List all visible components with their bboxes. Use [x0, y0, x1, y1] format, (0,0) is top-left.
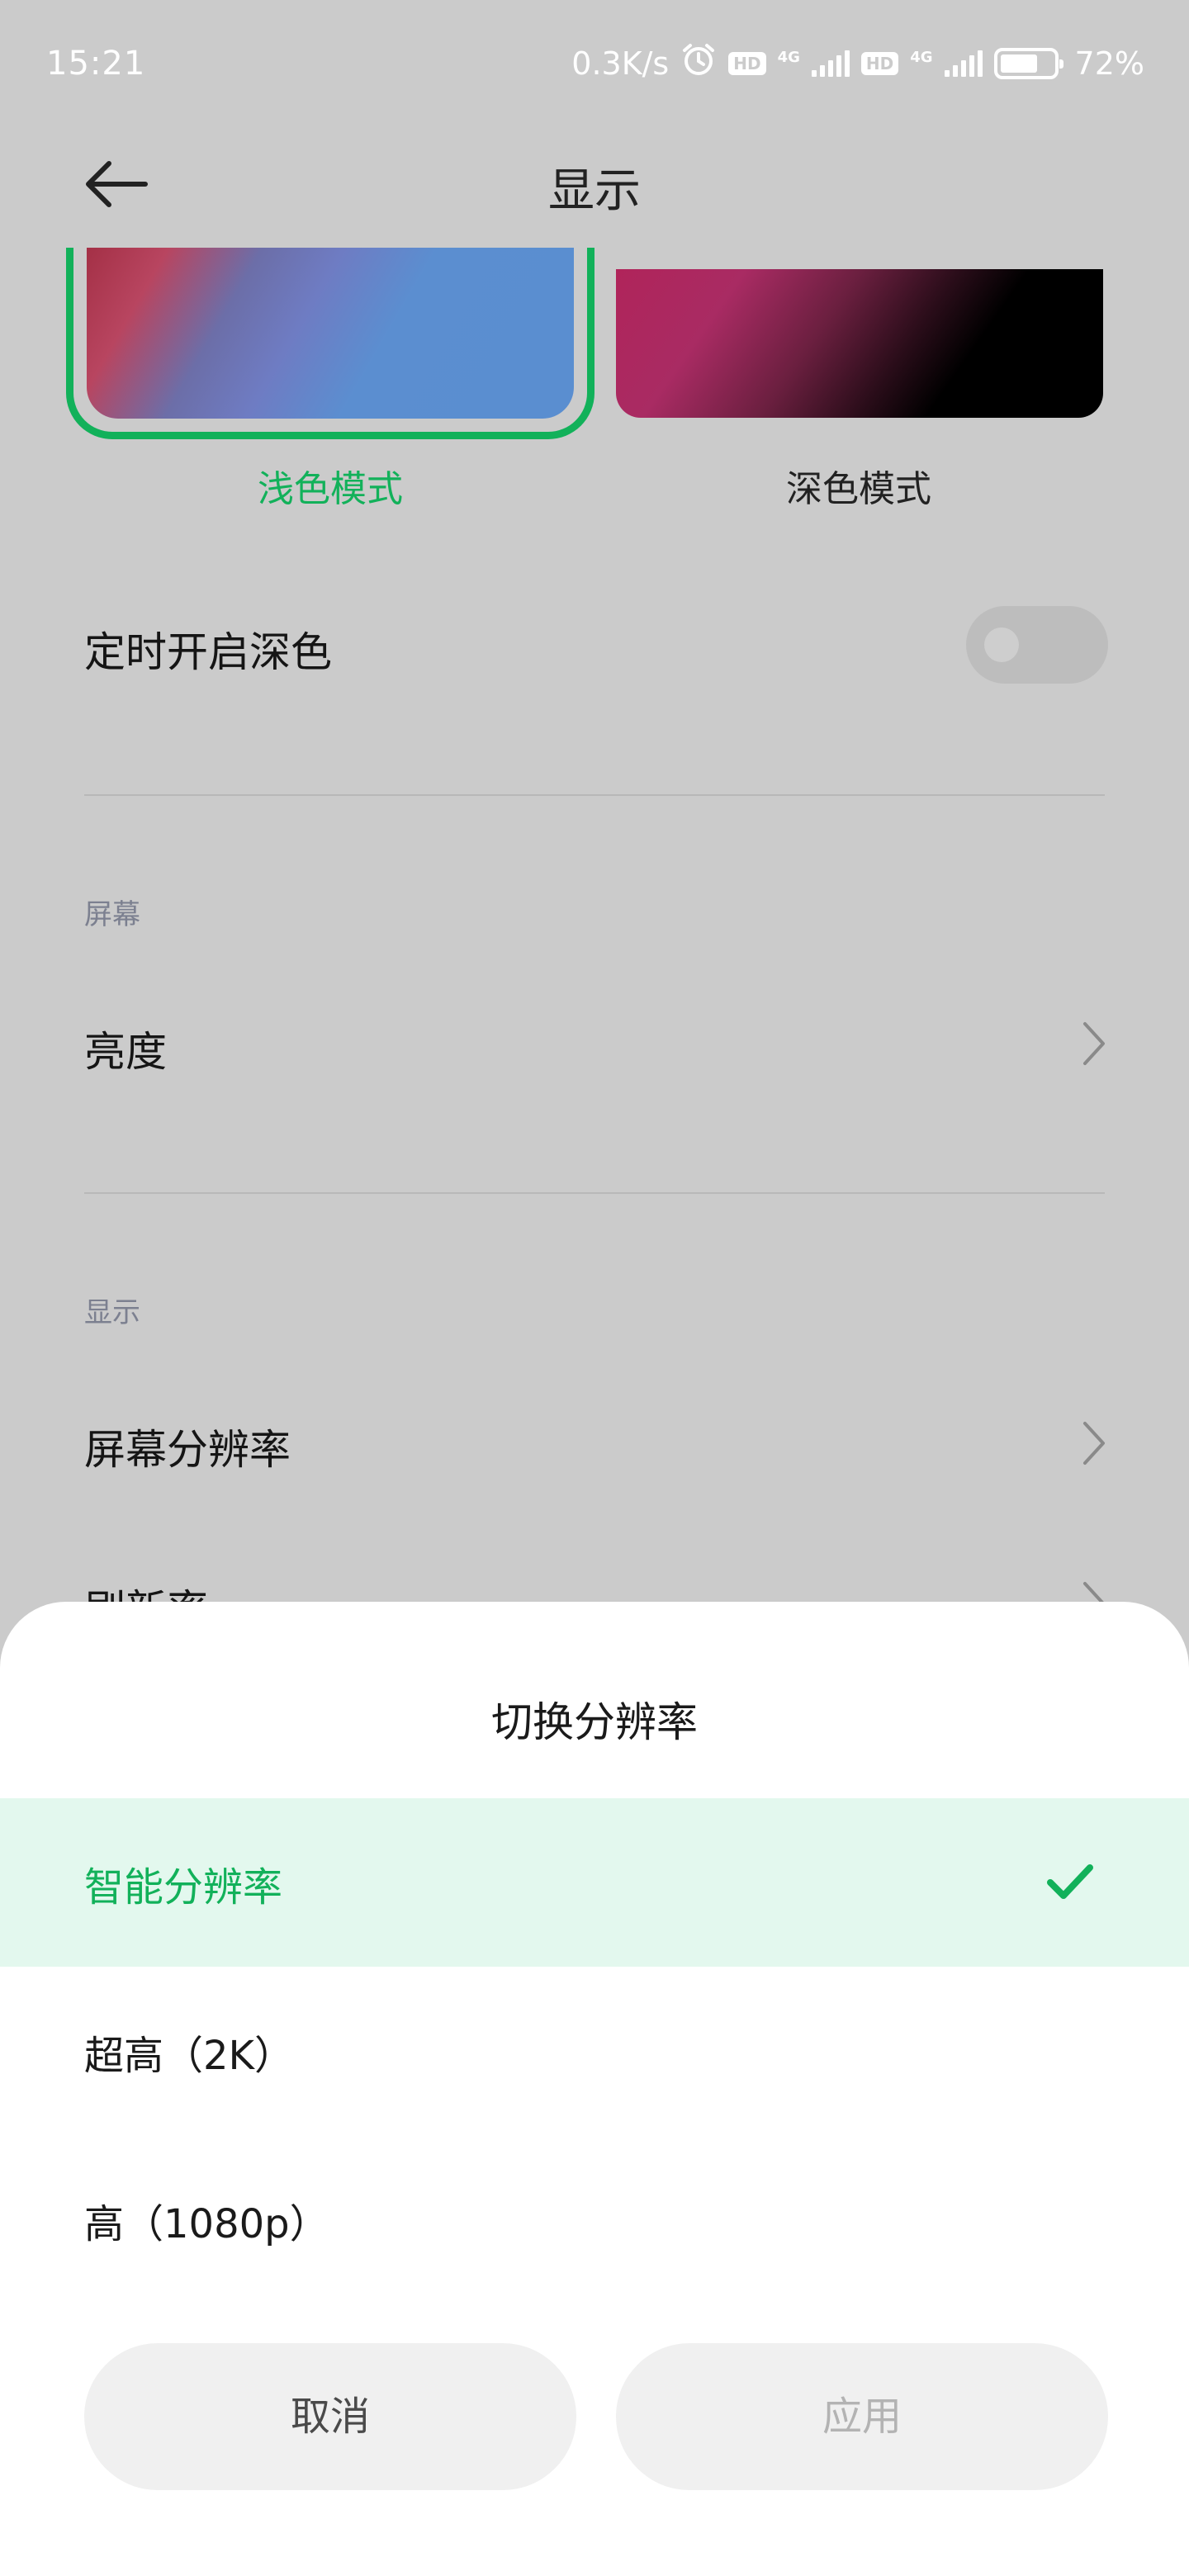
- network-type-label: 4G: [910, 48, 933, 66]
- light-mode-label[interactable]: 浅色模式: [66, 459, 594, 512]
- divider: [84, 1192, 1105, 1194]
- battery-percent: 72%: [1074, 45, 1144, 82]
- chevron-right-icon[interactable]: [1082, 1019, 1106, 1068]
- alarm-clock-icon: [680, 41, 717, 85]
- page-title: 显示: [548, 164, 641, 218]
- option-smart-resolution[interactable]: 智能分辨率: [0, 1798, 1189, 1967]
- divider: [84, 794, 1105, 796]
- apply-button[interactable]: 应用: [616, 2343, 1108, 2490]
- signal-icon: [811, 50, 850, 77]
- resolution-label[interactable]: 屏幕分辨率: [84, 1417, 291, 1476]
- cancel-button[interactable]: 取消: [84, 2343, 576, 2490]
- toggle-knob: [984, 627, 1019, 662]
- section-label-display: 显示: [84, 1296, 140, 1329]
- net-speed: 0.3K/s: [571, 45, 670, 82]
- signal-icon: [944, 50, 983, 77]
- chevron-right-icon[interactable]: [1082, 1418, 1106, 1468]
- option-ultra-2k[interactable]: 超高（2K）: [0, 1967, 1189, 2135]
- dark-mode-label[interactable]: 深色模式: [594, 459, 1123, 512]
- check-icon: [1047, 1864, 1093, 1899]
- option-high-1080p[interactable]: 高（1080p）: [0, 2135, 1189, 2304]
- scheduled-dark-label: 定时开启深色: [84, 628, 332, 676]
- light-mode-wallpaper: [87, 248, 574, 419]
- hd-badge: HD: [728, 51, 766, 75]
- scheduled-dark-toggle[interactable]: [966, 606, 1108, 684]
- option-label: 超高（2K）: [84, 2033, 295, 2079]
- sheet-title: 切换分辨率: [491, 1698, 698, 1746]
- option-label: 智能分辨率: [84, 1864, 283, 1911]
- hd-badge: HD: [860, 51, 899, 75]
- status-icons: 0.3K/s HD 4G HD 4G 72%: [571, 41, 1144, 85]
- battery-icon: [993, 47, 1063, 79]
- dark-mode-preview[interactable]: [616, 269, 1103, 418]
- status-time: 15:21: [46, 45, 146, 83]
- network-type-label: 4G: [777, 48, 800, 66]
- option-label: 高（1080p）: [84, 2201, 329, 2247]
- light-mode-preview[interactable]: [66, 248, 594, 439]
- section-label-screen: 屏幕: [84, 898, 140, 931]
- brightness-label[interactable]: 亮度: [84, 1019, 167, 1078]
